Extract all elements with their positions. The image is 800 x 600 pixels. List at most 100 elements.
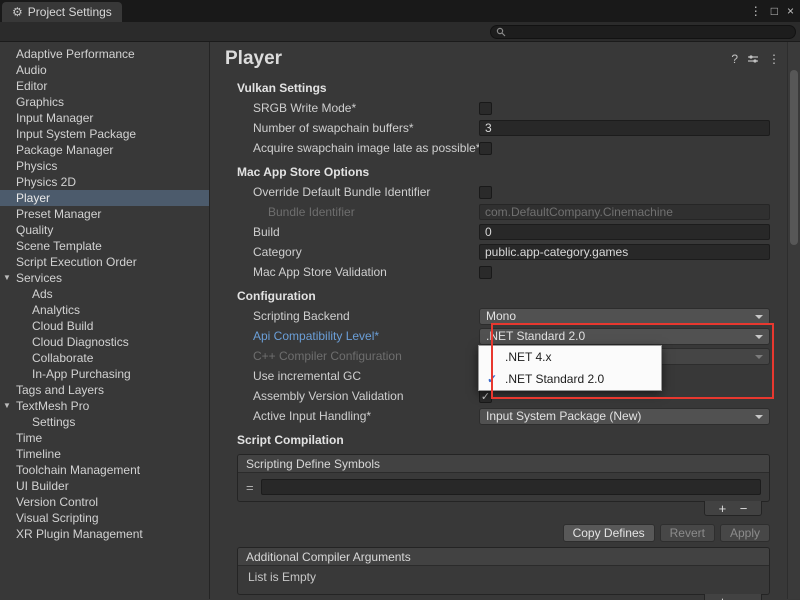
toolbar [0, 22, 800, 42]
popup-item-net-standard-2-0[interactable]: ✓.NET Standard 2.0 [479, 368, 661, 390]
chevron-down-icon [755, 415, 763, 419]
assembly-version-validation-checkbox[interactable]: ✓ [479, 390, 492, 403]
sidebar-item-editor[interactable]: Editor [0, 78, 209, 94]
sidebar-item-time[interactable]: Time [0, 430, 209, 446]
sidebar-item-textmesh-pro[interactable]: ▼TextMesh Pro [0, 398, 209, 414]
context-menu-icon[interactable]: ⋮ [768, 52, 780, 66]
sidebar-item-physics-2d[interactable]: Physics 2D [0, 174, 209, 190]
sidebar-item-script-execution-order[interactable]: Script Execution Order [0, 254, 209, 270]
mac-app-store-validation-checkbox[interactable] [479, 266, 492, 279]
row-label: Acquire swapchain image late as possible… [237, 141, 479, 155]
build-field[interactable]: 0 [479, 224, 770, 240]
acquire-swapchain-image-late-as-possible-checkbox[interactable] [479, 142, 492, 155]
page-title: Player [225, 48, 731, 70]
sidebar-item-label: Adaptive Performance [16, 47, 135, 61]
drag-handle-icon[interactable]: = [246, 480, 254, 495]
search-input[interactable] [490, 25, 796, 39]
add-argument-button[interactable]: + [719, 595, 727, 600]
sidebar-item-cloud-diagnostics[interactable]: Cloud Diagnostics [0, 334, 209, 350]
scripting-backend-dropdown[interactable]: Mono [479, 308, 770, 325]
sidebar-item-label: Collaborate [32, 351, 93, 365]
sidebar-item-toolchain-management[interactable]: Toolchain Management [0, 462, 209, 478]
sidebar-item-xr-plugin-management[interactable]: XR Plugin Management [0, 526, 209, 542]
define-symbol-input[interactable] [261, 479, 761, 495]
row-control: ✓ [479, 390, 770, 403]
row-label: Assembly Version Validation [237, 389, 479, 403]
vertical-scrollbar[interactable] [787, 42, 800, 599]
add-define-button[interactable]: + [719, 502, 727, 515]
kebab-menu-icon[interactable]: ⋮ [750, 4, 762, 18]
sidebar-item-in-app-purchasing[interactable]: In-App Purchasing [0, 366, 209, 382]
override-default-bundle-identifier-checkbox[interactable] [479, 186, 492, 199]
help-icon[interactable]: ? [731, 52, 738, 66]
sidebar-item-cloud-build[interactable]: Cloud Build [0, 318, 209, 334]
sidebar-item-services[interactable]: ▼Services [0, 270, 209, 286]
maximize-icon[interactable]: □ [771, 4, 778, 18]
api-compatibility-level-dropdown[interactable]: .NET Standard 2.0 [479, 328, 770, 345]
row-api-compatibility-level: Api Compatibility Level*.NET Standard 2.… [237, 326, 770, 346]
category-field[interactable]: public.app-category.games [479, 244, 770, 260]
sidebar-item-timeline[interactable]: Timeline [0, 446, 209, 462]
sidebar-item-settings[interactable]: Settings [0, 414, 209, 430]
presets-icon[interactable] [747, 53, 759, 65]
sidebar-item-package-manager[interactable]: Package Manager [0, 142, 209, 158]
row-label: Use incremental GC [237, 369, 479, 383]
sidebar-item-ui-builder[interactable]: UI Builder [0, 478, 209, 494]
sidebar-item-player[interactable]: Player [0, 190, 209, 206]
active-input-handling-dropdown[interactable]: Input System Package (New) [479, 408, 770, 425]
sidebar-item-label: Visual Scripting [16, 511, 99, 525]
srgb-write-mode-checkbox[interactable] [479, 102, 492, 115]
row-control [479, 186, 770, 199]
sidebar-item-version-control[interactable]: Version Control [0, 494, 209, 510]
sidebar-item-label: Timeline [16, 447, 61, 461]
sidebar-item-scene-template[interactable]: Scene Template [0, 238, 209, 254]
bundle-identifier-field[interactable]: com.DefaultCompany.Cinemachine [479, 204, 770, 220]
remove-argument-button[interactable]: − [740, 595, 748, 600]
sidebar-item-preset-manager[interactable]: Preset Manager [0, 206, 209, 222]
remove-define-button[interactable]: − [740, 502, 748, 515]
sidebar-item-label: Tags and Layers [16, 383, 104, 397]
scrollbar-thumb[interactable] [790, 70, 798, 245]
close-icon[interactable]: × [787, 4, 794, 18]
number-of-swapchain-buffers-field[interactable]: 3 [479, 120, 770, 136]
sidebar-item-label: Script Execution Order [16, 255, 137, 269]
sidebar-item-tags-and-layers[interactable]: Tags and Layers [0, 382, 209, 398]
apply-button[interactable]: Apply [720, 524, 770, 542]
row-label: C++ Compiler Configuration [237, 349, 479, 363]
settings-sidebar: Adaptive PerformanceAudioEditorGraphicsI… [0, 42, 210, 599]
sidebar-item-collaborate[interactable]: Collaborate [0, 350, 209, 366]
titlebar: ⚙ Project Settings ⋮ □ × [0, 0, 800, 22]
foldout-arrow-icon[interactable]: ▼ [3, 398, 11, 414]
settings-sections: Vulkan SettingsSRGB Write Mode*Number of… [210, 78, 800, 426]
sidebar-item-audio[interactable]: Audio [0, 62, 209, 78]
row-control: com.DefaultCompany.Cinemachine [479, 204, 770, 220]
sidebar-item-label: Scene Template [16, 239, 102, 253]
define-symbols-buttons: Copy Defines Revert Apply [237, 524, 770, 542]
sidebar-item-input-manager[interactable]: Input Manager [0, 110, 209, 126]
revert-button[interactable]: Revert [660, 524, 715, 542]
panel-title: Scripting Define Symbols [238, 455, 769, 473]
copy-defines-button[interactable]: Copy Defines [563, 524, 655, 542]
sidebar-item-quality[interactable]: Quality [0, 222, 209, 238]
row-control: 0 [479, 224, 770, 240]
row-label: Override Default Bundle Identifier [237, 185, 479, 199]
foldout-arrow-icon[interactable]: ▼ [3, 270, 11, 286]
sidebar-item-input-system-package[interactable]: Input System Package [0, 126, 209, 142]
popup-item-net-4-x[interactable]: .NET 4.x [479, 346, 661, 368]
sidebar-item-graphics[interactable]: Graphics [0, 94, 209, 110]
sidebar-item-adaptive-performance[interactable]: Adaptive Performance [0, 46, 209, 62]
sidebar-item-label: XR Plugin Management [16, 527, 143, 541]
row-build: Build0 [237, 222, 770, 242]
row-control: .NET Standard 2.0.NET 4.x✓.NET Standard … [479, 328, 770, 345]
sidebar-item-label: Settings [32, 415, 75, 429]
sidebar-item-visual-scripting[interactable]: Visual Scripting [0, 510, 209, 526]
sidebar-item-ads[interactable]: Ads [0, 286, 209, 302]
sidebar-item-label: Graphics [16, 95, 64, 109]
sidebar-item-label: Preset Manager [16, 207, 101, 221]
api-compatibility-dropdown-popup: .NET 4.x✓.NET Standard 2.0 [478, 345, 662, 391]
sidebar-item-physics[interactable]: Physics [0, 158, 209, 174]
window-tab-project-settings[interactable]: ⚙ Project Settings [2, 2, 122, 22]
row-label: Scripting Backend [237, 309, 479, 323]
row-label: Number of swapchain buffers* [237, 121, 479, 135]
sidebar-item-analytics[interactable]: Analytics [0, 302, 209, 318]
